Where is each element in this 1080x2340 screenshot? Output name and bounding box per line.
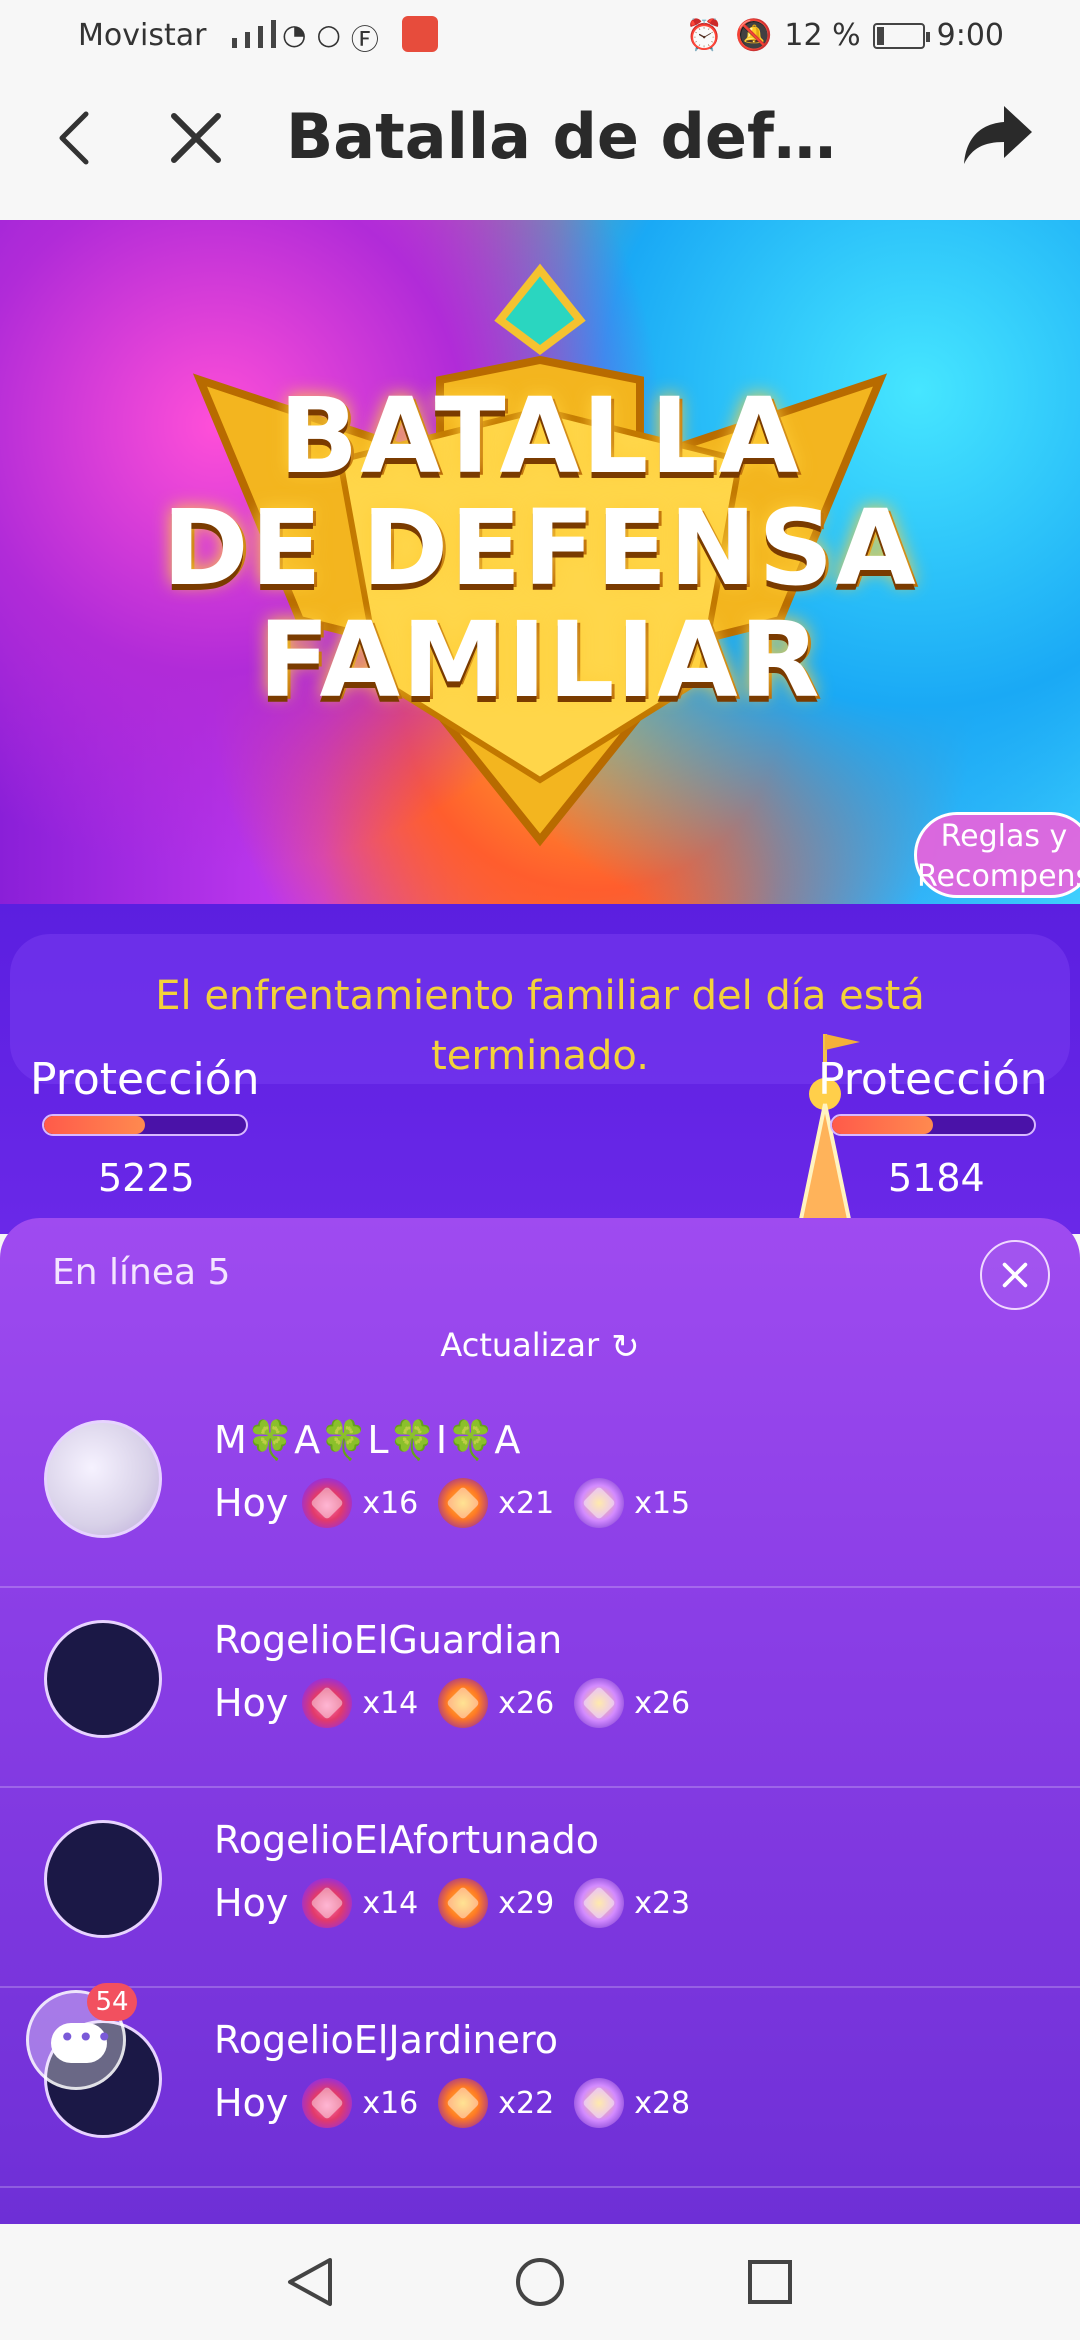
crystal-gift-icon	[302, 1878, 353, 1928]
member-name: RogelioElGuardian	[214, 1618, 563, 1662]
chat-bubble-icon	[51, 2021, 115, 2063]
banner-title-line1: BATALLA	[278, 375, 802, 497]
online-count: 5	[207, 1252, 231, 1293]
whatsapp-icon: ○	[316, 18, 341, 51]
gift3-count: x28	[634, 2085, 691, 2121]
member-name: RogelioElJardinero	[214, 2018, 559, 2062]
refresh-icon: ↻	[611, 1327, 640, 1367]
banner-title-line3: FAMILIAR	[258, 599, 822, 721]
battle-panel: El enfrentamiento familiar del día está …	[0, 904, 1080, 1234]
book-gift-icon	[438, 2078, 489, 2128]
crystal-gift-icon	[302, 2078, 353, 2128]
gift1-count: x14	[362, 1685, 419, 1721]
member-stats: Hoy x14 x26 x26	[214, 1678, 710, 1728]
member-stats: Hoy x16 x21 x15	[214, 1478, 710, 1528]
orb-gift-icon	[574, 1478, 625, 1528]
right-protection-label: Protección	[818, 1054, 1048, 1105]
member-stats: Hoy x14 x29 x23	[214, 1878, 710, 1928]
close-icon[interactable]	[166, 108, 226, 168]
carrier-name: Movistar	[78, 18, 207, 53]
mute-icon: 🔕	[735, 18, 773, 53]
app-bar: Batalla de defen...	[0, 72, 1080, 220]
rules-line2: Recompensa	[917, 859, 1080, 894]
member-day: Hoy	[214, 2081, 289, 2125]
refresh-label: Actualizar	[440, 1326, 600, 1364]
online-label: En línea	[52, 1252, 197, 1293]
gift3-count: x26	[634, 1685, 691, 1721]
online-header: En línea 5	[52, 1252, 230, 1293]
wifi-icon: ◔	[282, 18, 307, 51]
huawei-icon	[402, 16, 438, 52]
gift1-count: x16	[362, 2085, 419, 2121]
member-row[interactable]: RogelioElJardinero Hoy x16 x22 x28	[0, 1990, 1080, 2188]
ended-line1: El enfrentamiento familiar del día está	[155, 973, 925, 1019]
member-row[interactable]: RogelioElAfortunado Hoy x14 x29 x23	[0, 1790, 1080, 1988]
member-name: RogelioElAfortunado	[214, 1818, 599, 1862]
share-icon[interactable]	[960, 102, 1036, 172]
crystal-gift-icon	[302, 1478, 353, 1528]
member-avatar[interactable]	[44, 1620, 162, 1738]
gift1-count: x16	[362, 1485, 419, 1521]
rules-rewards-button[interactable]: Reglas y Recompensa	[914, 812, 1080, 898]
left-protection-fill	[44, 1116, 145, 1134]
event-banner: BATALLA DE DEFENSA FAMILIAR Reglas y Rec…	[0, 220, 1080, 904]
alarm-icon: ⏰	[685, 18, 724, 53]
member-day: Hoy	[214, 1681, 289, 1725]
rules-line1: Reglas y	[940, 819, 1068, 854]
member-row[interactable]: RogelioElGuardian Hoy x14 x26 x26	[0, 1590, 1080, 1788]
member-day: Hoy	[214, 1881, 289, 1925]
online-members-sheet: En línea 5 Actualizar ↻ M🍀A🍀L🍀I🍀A Hoy x16…	[0, 1218, 1080, 2224]
banner-title: BATALLA DE DEFENSA FAMILIAR	[0, 380, 1080, 716]
left-protection-bar	[42, 1114, 248, 1136]
battery-icon	[872, 22, 930, 49]
gift2-count: x26	[498, 1685, 555, 1721]
crystal-gift-icon	[302, 1678, 353, 1728]
refresh-button[interactable]: Actualizar ↻	[0, 1326, 1080, 1367]
chat-button[interactable]: 54	[26, 1983, 137, 2090]
status-app-icons: ◔ ○ Ⓕ	[282, 18, 379, 58]
book-gift-icon	[438, 1678, 489, 1728]
page-title: Batalla de defen...	[286, 100, 846, 173]
banner-title-line2: DE DEFENSA	[162, 487, 918, 609]
member-stats: Hoy x16 x22 x28	[214, 2078, 710, 2128]
gift3-count: x23	[634, 1885, 691, 1921]
member-day: Hoy	[214, 1481, 289, 1525]
orb-gift-icon	[574, 1878, 625, 1928]
battery-percent: 12 %	[784, 18, 861, 53]
sheet-close-button[interactable]	[980, 1240, 1050, 1310]
status-bar: Movistar ◔ ○ Ⓕ ⏰ 🔕 12 % 9:00	[0, 0, 1080, 72]
orb-gift-icon	[574, 1678, 625, 1728]
right-protection-value: 5184	[888, 1156, 985, 1200]
member-name: M🍀A🍀L🍀I🍀A	[214, 1418, 521, 1462]
gift2-count: x21	[498, 1485, 555, 1521]
gift2-count: x29	[498, 1885, 555, 1921]
system-nav-bar	[0, 2224, 1080, 2340]
nav-back-icon[interactable]	[282, 2254, 338, 2310]
gift1-count: x14	[362, 1885, 419, 1921]
back-arrow-icon[interactable]	[50, 108, 100, 168]
right-protection-bar	[830, 1114, 1036, 1136]
chat-unread-badge: 54	[87, 1983, 137, 2021]
nav-home-icon[interactable]	[512, 2254, 568, 2310]
signal-icon	[232, 20, 276, 48]
gift3-count: x15	[634, 1485, 691, 1521]
member-avatar[interactable]	[44, 1420, 162, 1538]
right-protection-fill	[832, 1116, 933, 1134]
book-gift-icon	[438, 1878, 489, 1928]
left-protection-value: 5225	[98, 1156, 195, 1200]
facebook-icon: Ⓕ	[350, 23, 379, 56]
book-gift-icon	[438, 1478, 489, 1528]
left-protection-label: Protección	[30, 1054, 260, 1105]
status-right: ⏰ 🔕 12 % 9:00	[686, 18, 1004, 53]
nav-recents-icon[interactable]	[742, 2254, 798, 2310]
member-avatar[interactable]	[44, 1820, 162, 1938]
member-row[interactable]: M🍀A🍀L🍀I🍀A Hoy x16 x21 x15	[0, 1390, 1080, 1588]
orb-gift-icon	[574, 2078, 625, 2128]
gift2-count: x22	[498, 2085, 555, 2121]
clock: 9:00	[936, 18, 1004, 53]
